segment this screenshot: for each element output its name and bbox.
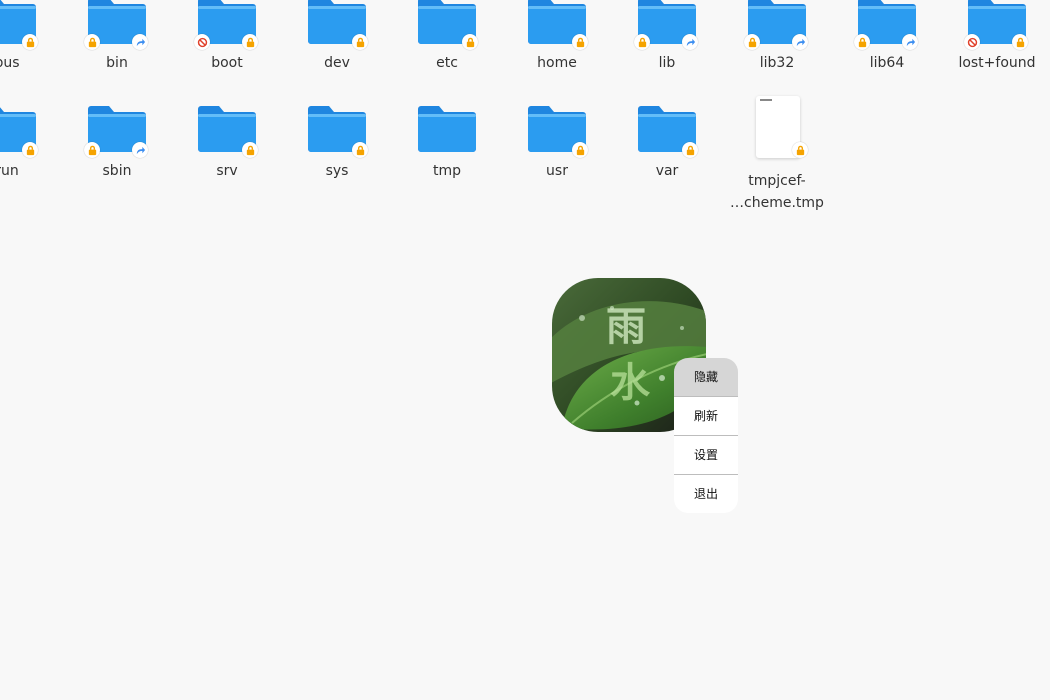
folder-dev[interactable]: dev [282,0,392,74]
folder-label: var [655,163,679,179]
folder-label: sys [325,163,349,179]
folder-label: lost+found [958,55,1036,71]
lock-icon [84,34,100,50]
folder-lib64[interactable]: lib64 [832,0,942,74]
folder-var[interactable]: var [612,98,722,182]
lock-icon [682,142,698,158]
folder-label: bin [106,55,128,71]
folder-boot[interactable]: boot [172,0,282,74]
lock-icon [84,142,100,158]
folder-label: bus [0,55,20,71]
folder-icon [418,106,476,152]
widget-char-1: 雨 [606,304,646,350]
file-label-line1: tmpjcef- [748,173,806,189]
lock-icon [462,34,478,50]
folder-tmp[interactable]: tmp [392,98,502,182]
lock-icon [744,34,760,50]
folder-label: lib32 [759,55,795,71]
folder-label: dev [324,55,350,71]
folder-home[interactable]: home [502,0,612,74]
folder-sbin[interactable]: sbin [62,98,172,182]
lock-icon [1012,34,1028,50]
symlink-arrow-icon [682,34,698,50]
folder-etc[interactable]: etc [392,0,502,74]
lock-icon [22,142,38,158]
lock-icon [352,142,368,158]
folder-srv[interactable]: srv [172,98,282,182]
folder-lib[interactable]: lib [612,0,722,74]
folder-label: srv [216,163,238,179]
widget-char-2: 水 [610,360,651,406]
symlink-arrow-icon [132,142,148,158]
menu-item-refresh[interactable]: 刷新 [674,396,738,435]
folder-lib32[interactable]: lib32 [722,0,832,74]
menu-item-exit[interactable]: 退出 [674,474,738,513]
folder-usr[interactable]: usr [502,98,612,182]
menu-item-hide[interactable]: 隐藏 [674,358,738,396]
lock-icon [792,142,808,158]
folder-run[interactable]: run [0,98,62,182]
folder-sys[interactable]: sys [282,98,392,182]
folder-label: tmp [432,163,461,179]
lock-icon [242,142,258,158]
widget-context-menu: 隐藏 刷新 设置 退出 [674,358,738,513]
lock-icon [854,34,870,50]
file-label-line2: …cheme.tmp [730,195,824,211]
folder-label: sbin [102,163,132,179]
lock-icon [572,34,588,50]
folder-bus[interactable]: bus [0,0,62,74]
lock-icon [572,142,588,158]
lock-icon [352,34,368,50]
folder-label: boot [211,55,243,71]
symlink-arrow-icon [902,34,918,50]
no-access-icon [194,34,210,50]
symlink-arrow-icon [792,34,808,50]
folder-label: lib [658,55,676,71]
lock-icon [242,34,258,50]
folder-label: etc [436,55,458,71]
file-tmpjcef[interactable]: tmpjcef- …cheme.tmp [722,96,832,214]
lock-icon [22,34,38,50]
folder-label: usr [546,163,568,179]
no-access-icon [964,34,980,50]
folder-label: home [537,55,577,71]
folder-bin[interactable]: bin [62,0,172,74]
folder-lost-found[interactable]: lost+found [942,0,1050,74]
menu-item-settings[interactable]: 设置 [674,435,738,474]
lock-icon [634,34,650,50]
symlink-arrow-icon [132,34,148,50]
folder-label: lib64 [869,55,905,71]
folder-label: run [0,163,19,179]
desktop: bus bin [0,0,1050,700]
